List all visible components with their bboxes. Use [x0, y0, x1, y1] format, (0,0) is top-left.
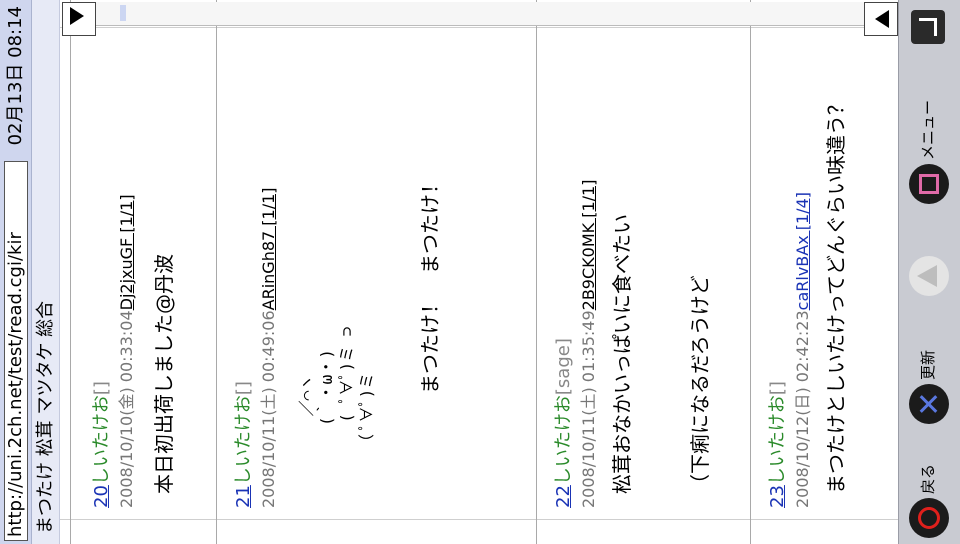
poster-name: しいたけお: [233, 395, 254, 486]
post-body: 本日初出荷しました@丹波: [152, 254, 176, 494]
post-header: 20しいたけお[]: [91, 381, 113, 508]
post-body: 松茸おなかいっぱいに食べたい （下痢になるだろうけど: [610, 214, 712, 494]
poster-name: しいたけお: [553, 395, 574, 486]
horizontal-scrollbar[interactable]: [96, 2, 864, 26]
cross-icon: [909, 384, 949, 424]
post-meta: 2008/10/10(金) 00:33:04Dj2jxuGF [1/1]: [117, 194, 137, 508]
ascii-art: ／⌒ヽ (｀・ω・) ( ﾟ∀ﾟ)ミ ⊃ （ ﾟ∀ﾟ)ミ: [297, 326, 376, 442]
post-number-link[interactable]: 21: [233, 485, 254, 508]
thread-title: まつたけ 松茸 マツタケ 総合: [35, 300, 56, 534]
scroll-left-button[interactable]: [62, 2, 96, 36]
scroll-thumb[interactable]: [120, 5, 126, 21]
post-23: 23しいたけお[] 2008/10/12(日) 02:42:23caRlvBAx…: [750, 0, 898, 544]
refresh-label: 更新: [919, 349, 937, 380]
back-label: 戻る: [919, 463, 937, 494]
app-window: http://uni.2ch.net/test/read.cgi/kir 02月…: [0, 0, 960, 544]
post-number-link[interactable]: 23: [767, 485, 788, 508]
post-number-link[interactable]: 20: [91, 485, 112, 508]
poster-mail: [sage]: [553, 338, 574, 396]
post-body: まつたけとしいたけってどんぐらい味違う？: [824, 95, 848, 494]
post-date: 2008/10/12(日) 02:42:23: [793, 310, 812, 508]
post-id-link[interactable]: ARinGh87 [1/1]: [259, 187, 278, 310]
poster-mail: []: [767, 381, 788, 396]
post-date: 2008/10/10(金) 00:33:04: [117, 310, 136, 508]
scroll-right-button[interactable]: [864, 2, 898, 36]
post-20: 20しいたけお[] 2008/10/10(金) 00:33:04Dj2jxuGF…: [70, 0, 216, 544]
post-id-link[interactable]: caRlvBAx [1/4]: [793, 192, 812, 310]
triangle-left-icon: [70, 7, 84, 25]
url-field[interactable]: http://uni.2ch.net/test/read.cgi/kir: [4, 161, 28, 541]
poster-mail: []: [233, 381, 254, 396]
thread-title-bar: まつたけ 松茸 マツタケ 総合: [32, 0, 60, 544]
post-id-link[interactable]: 2B9CK0MK [1/1]: [579, 180, 598, 311]
square-icon: [909, 164, 949, 204]
post-date: 2008/10/11(土) 01:35:49: [579, 310, 598, 508]
post-header: 23しいたけお[]: [767, 381, 789, 508]
post-date: 2008/10/11(土) 00:49:06: [259, 310, 278, 508]
poster-mail: []: [91, 381, 112, 396]
thread-content[interactable]: 20しいたけお[] 2008/10/10(金) 00:33:04Dj2jxuGF…: [60, 0, 898, 544]
circle-icon: [909, 498, 949, 538]
menu-label: メニュー: [919, 99, 937, 160]
post-meta: 2008/10/11(土) 00:49:06ARinGh87 [1/1]: [259, 187, 279, 508]
post-body: まつたけ！ まつたけ！: [418, 174, 442, 394]
triangle-icon: [909, 256, 949, 296]
post-header: 21しいたけお[]: [233, 381, 255, 508]
post-meta: 2008/10/12(日) 02:42:23caRlvBAx [1/4]: [793, 192, 813, 508]
post-number-link[interactable]: 22: [553, 485, 574, 508]
triangle-right-icon: [875, 10, 889, 28]
bottom-nav-bar: 戻る 更新 メニュー: [898, 0, 960, 544]
status-bar: http://uni.2ch.net/test/read.cgi/kir 02月…: [0, 0, 32, 544]
clock: 02月13日 08:14: [5, 6, 26, 146]
post-meta: 2008/10/11(土) 01:35:492B9CK0MK [1/1]: [579, 180, 599, 508]
post-header: 22しいたけお[sage]: [553, 338, 575, 508]
corner-icon: [911, 10, 945, 44]
post-id-link[interactable]: Dj2jxuGF [1/1]: [117, 194, 136, 310]
poster-name: しいたけお: [767, 395, 788, 486]
post-22: 22しいたけお[sage] 2008/10/11(土) 01:35:492B9C…: [536, 0, 750, 544]
post-21: 21しいたけお[] 2008/10/11(土) 00:49:06ARinGh87…: [216, 0, 536, 544]
poster-name: しいたけお: [91, 395, 112, 486]
